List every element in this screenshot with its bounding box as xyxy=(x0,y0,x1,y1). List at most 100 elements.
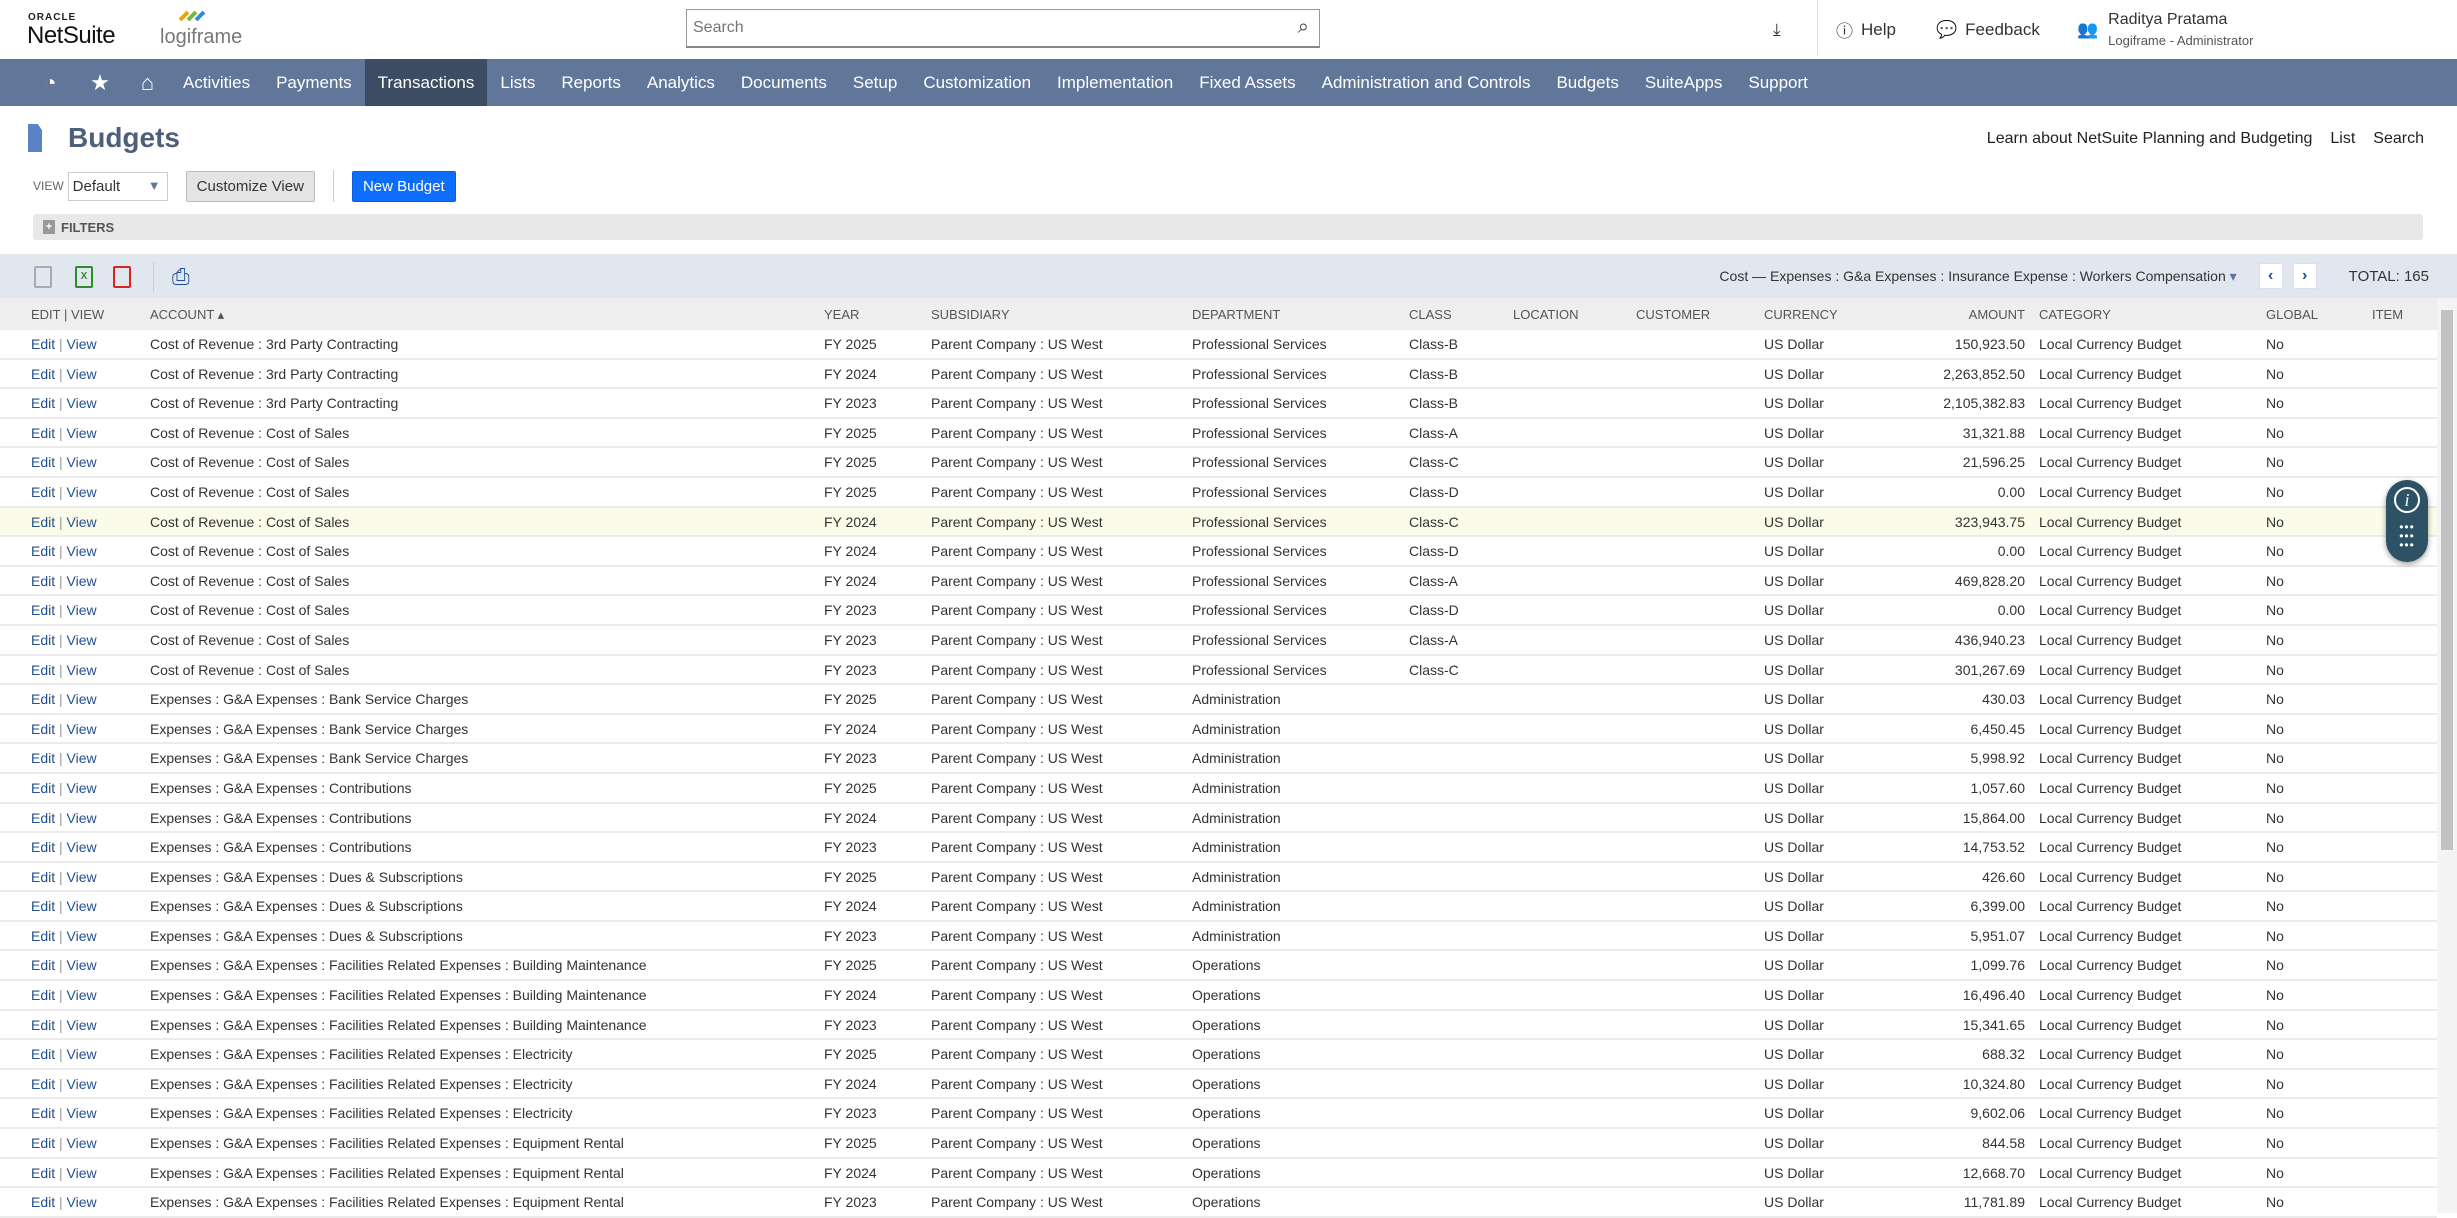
table-row[interactable]: Edit | View Expenses : G&A Expenses : Fac… xyxy=(0,1011,2437,1041)
table-row[interactable]: Edit | View Expenses : G&A Expenses : Con… xyxy=(0,833,2437,863)
edit-link[interactable]: Edit xyxy=(31,721,55,737)
edit-link[interactable]: Edit xyxy=(31,810,55,826)
global-search[interactable]: ⌕ xyxy=(686,9,1320,48)
edit-link[interactable]: Edit xyxy=(31,957,55,973)
nav-item-lists[interactable]: Lists xyxy=(487,59,548,106)
table-row[interactable]: Edit | View Cost of Revenue : 3rd Party C… xyxy=(0,330,2437,360)
view-link[interactable]: View xyxy=(67,662,97,678)
search-icon[interactable]: ⌕ xyxy=(1298,16,1309,39)
col-currency[interactable]: CURRENCY xyxy=(1764,307,1838,322)
user-menu[interactable]: 👥 Raditya Pratama Logiframe - Administrat… xyxy=(2077,0,2253,59)
view-link[interactable]: View xyxy=(67,898,97,914)
table-row[interactable]: Edit | View Expenses : G&A Expenses : Fac… xyxy=(0,1129,2437,1159)
apps-grid-icon[interactable]: ••• ••• ••• xyxy=(2386,521,2428,551)
table-row[interactable]: Edit | View Expenses : G&A Expenses : Fac… xyxy=(0,1099,2437,1130)
nav-item-suiteapps[interactable]: SuiteApps xyxy=(1632,59,1736,106)
view-link[interactable]: View xyxy=(67,336,97,352)
nav-item-payments[interactable]: Payments xyxy=(263,59,365,106)
edit-link[interactable]: Edit xyxy=(31,898,55,914)
col-amount[interactable]: AMOUNT xyxy=(1969,307,2025,322)
new-budget-button[interactable]: New Budget xyxy=(351,170,456,202)
col-account[interactable]: ACCOUNT ▴ xyxy=(150,307,224,323)
table-row[interactable]: Edit | View Expenses : G&A Expenses : Due… xyxy=(0,863,2437,893)
edit-link[interactable]: Edit xyxy=(31,691,55,707)
table-row[interactable]: Edit | View Expenses : G&A Expenses : Fac… xyxy=(0,981,2437,1011)
recent-icon[interactable]: ◔ xyxy=(25,70,75,96)
edit-link[interactable]: Edit xyxy=(31,869,55,885)
help-link[interactable]: ⓘ Help xyxy=(1836,0,1896,59)
scrollbar-thumb[interactable] xyxy=(2441,310,2453,850)
page-range-select[interactable]: Cost — Expenses : G&a Expenses : Insuran… xyxy=(1719,268,2236,285)
edit-link[interactable]: Edit xyxy=(31,750,55,766)
col-year[interactable]: YEAR xyxy=(824,307,859,322)
edit-link[interactable]: Edit xyxy=(31,543,55,559)
edit-link[interactable]: Edit xyxy=(31,573,55,589)
col-item[interactable]: ITEM xyxy=(2372,307,2403,322)
view-link[interactable]: View xyxy=(67,869,97,885)
view-link[interactable]: View xyxy=(67,602,97,618)
next-page-button[interactable]: › xyxy=(2292,263,2317,289)
edit-link[interactable]: Edit xyxy=(31,336,55,352)
edit-link[interactable]: Edit xyxy=(31,1135,55,1151)
edit-link[interactable]: Edit xyxy=(31,632,55,648)
table-row[interactable]: Edit | View Expenses : G&A Expenses : Ban… xyxy=(0,685,2437,715)
view-link[interactable]: View xyxy=(67,780,97,796)
col-category[interactable]: CATEGORY xyxy=(2039,307,2111,322)
view-link[interactable]: View xyxy=(67,484,97,500)
view-link[interactable]: View xyxy=(67,1165,97,1181)
edit-link[interactable]: Edit xyxy=(31,454,55,470)
info-icon[interactable]: i xyxy=(2394,487,2420,513)
table-row[interactable]: Edit | View Cost of Revenue : Cost of Sal… xyxy=(0,626,2437,656)
edit-link[interactable]: Edit xyxy=(31,484,55,500)
vertical-scrollbar[interactable] xyxy=(2437,298,2457,1213)
table-row[interactable]: Edit | View Expenses : G&A Expenses : Fac… xyxy=(0,1188,2437,1218)
view-link[interactable]: View xyxy=(67,839,97,855)
edit-link[interactable]: Edit xyxy=(31,514,55,530)
nav-item-administration-and-controls[interactable]: Administration and Controls xyxy=(1309,59,1544,106)
nav-item-transactions[interactable]: Transactions xyxy=(364,59,488,106)
customize-view-button[interactable]: Customize View xyxy=(185,170,315,202)
edit-link[interactable]: Edit xyxy=(31,839,55,855)
planning-budgeting-link[interactable]: Learn about NetSuite Planning and Budget… xyxy=(1987,130,2313,148)
view-link[interactable]: View xyxy=(67,454,97,470)
view-link[interactable]: View xyxy=(67,573,97,589)
feedback-link[interactable]: 💬 Feedback xyxy=(1936,0,2040,59)
nav-item-activities[interactable]: Activities xyxy=(170,59,263,106)
table-row[interactable]: Edit | View Cost of Revenue : Cost of Sal… xyxy=(0,656,2437,686)
edit-link[interactable]: Edit xyxy=(31,1194,55,1210)
table-row[interactable]: Edit | View Expenses : G&A Expenses : Fac… xyxy=(0,1070,2437,1100)
list-link[interactable]: List xyxy=(2330,130,2355,148)
edit-link[interactable]: Edit xyxy=(31,987,55,1003)
view-select[interactable]: Default ▼ xyxy=(67,171,168,201)
netsuite-logo[interactable]: NetSuite xyxy=(27,22,116,50)
table-row[interactable]: Edit | View Expenses : G&A Expenses : Fac… xyxy=(0,1040,2437,1070)
edit-link[interactable]: Edit xyxy=(31,395,55,411)
col-department[interactable]: DEPARTMENT xyxy=(1192,307,1280,322)
nav-item-documents[interactable]: Documents xyxy=(728,59,840,106)
col-class[interactable]: CLASS xyxy=(1409,307,1452,322)
view-link[interactable]: View xyxy=(67,957,97,973)
table-row[interactable]: Edit | View Cost of Revenue : Cost of Sal… xyxy=(0,419,2437,449)
view-link[interactable]: View xyxy=(67,1135,97,1151)
view-link[interactable]: View xyxy=(67,810,97,826)
view-link[interactable]: View xyxy=(67,721,97,737)
view-link[interactable]: View xyxy=(67,425,97,441)
table-row[interactable]: Edit | View Expenses : G&A Expenses : Fac… xyxy=(0,951,2437,982)
table-row[interactable]: Edit | View Cost of Revenue : 3rd Party C… xyxy=(0,389,2437,419)
col-global[interactable]: GLOBAL xyxy=(2266,307,2318,322)
table-row[interactable]: Edit | View Expenses : G&A Expenses : Con… xyxy=(0,774,2437,804)
col-subsidiary[interactable]: SUBSIDIARY xyxy=(931,307,1010,322)
table-row[interactable]: Edit | View Cost of Revenue : Cost of Sal… xyxy=(0,507,2437,538)
view-link[interactable]: View xyxy=(67,366,97,382)
edit-link[interactable]: Edit xyxy=(31,1017,55,1033)
table-row[interactable]: Edit | View Expenses : G&A Expenses : Ban… xyxy=(0,715,2437,745)
view-link[interactable]: View xyxy=(67,395,97,411)
nav-item-customization[interactable]: Customization xyxy=(910,59,1044,106)
nav-item-setup[interactable]: Setup xyxy=(840,59,910,106)
table-row[interactable]: Edit | View Cost of Revenue : Cost of Sal… xyxy=(0,448,2437,478)
view-link[interactable]: View xyxy=(67,1076,97,1092)
view-link[interactable]: View xyxy=(67,928,97,944)
table-row[interactable]: Edit | View Expenses : G&A Expenses : Due… xyxy=(0,922,2437,952)
table-row[interactable]: Edit | View Expenses : G&A Expenses : Due… xyxy=(0,892,2437,922)
view-link[interactable]: View xyxy=(67,1046,97,1062)
